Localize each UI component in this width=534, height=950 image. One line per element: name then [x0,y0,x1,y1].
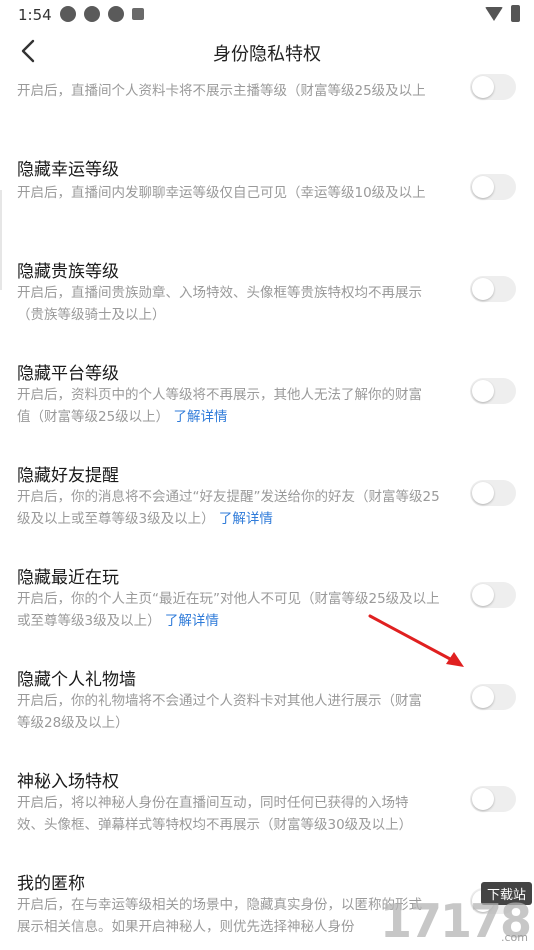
item-title: 隐藏贵族等级 [17,262,119,282]
desc-line: 开启后，你的个人主页“最近在玩”对他人不可见（财富等级25级及以上 [17,591,440,607]
nav-bar: 身份隐私特权 [0,30,534,74]
scroll-edge-line [0,190,2,290]
toggle-switch[interactable] [470,480,516,506]
item-title: 我的匿称 [17,874,85,894]
item-description: 开启后，直播间贵族勋章、入场特效、头像框等贵族特权均不再展示 （贵族等级骑士及以… [17,282,457,326]
toggle-switch[interactable] [470,378,516,404]
toggle-knob [472,788,494,810]
app-icon [60,6,76,22]
item-description: 开启后，直播间内发聊聊幸运等级仅自己可见（幸运等级10级及以上 [17,182,457,204]
learn-more-link[interactable]: 了解详情 [173,409,227,425]
item-description: 开启后，将以神秘人身份在直播间互动，同时任何已获得的入场特 效、头像框、弹幕样式… [17,792,457,836]
toggle-knob [472,76,494,98]
toggle-switch[interactable] [470,684,516,710]
item-title: 隐藏好友提醒 [17,466,119,486]
battery-icon [511,5,520,22]
desc-line: 开启后，将以神秘人身份在直播间互动，同时任何已获得的入场特 [17,795,409,811]
watermark-site: .com [501,931,528,944]
status-bar: 1:54 [0,0,534,30]
status-right [485,5,520,22]
toggle-knob [472,584,494,606]
item-title: 隐藏平台等级 [17,364,119,384]
learn-more-link[interactable]: 了解详情 [219,511,273,527]
desc-line: 值（财富等级25级以上） [17,409,170,425]
wifi-icon [485,6,503,21]
toggle-switch[interactable] [470,74,516,100]
toggle-switch[interactable] [470,582,516,608]
status-time: 1:54 [18,6,52,24]
toggle-switch[interactable] [470,174,516,200]
a-icon [132,8,144,20]
item-title: 隐藏最近在玩 [17,568,119,588]
desc-line: 级及以上或至尊等级3级及以上） [17,511,215,527]
item-description: 开启后，直播间个人资料卡将不展示主播等级（财富等级25级及以上 [17,80,457,102]
privacy-settings-list[interactable]: 开启后，直播间个人资料卡将不展示主播等级（财富等级25级及以上 隐藏幸运等级 开… [0,74,534,950]
item-description: 开启后，资料页中的个人等级将不再展示，其他人无法了解你的财富 值（财富等级25级… [17,384,457,428]
watermark: 下载站 17178 .com [374,880,534,950]
desc-line: 开启后，你的礼物墙将不会通过个人资料卡对其他人进行展示（财富 [17,693,422,709]
desc-line: 开启后，直播间内发聊聊幸运等级仅自己可见（幸运等级10级及以上 [17,185,426,201]
page-title: 身份隐私特权 [213,44,321,65]
item-title: 隐藏幸运等级 [17,160,119,180]
toggle-knob [472,380,494,402]
toggle-switch[interactable] [470,276,516,302]
desc-line: （贵族等级骑士及以上） [17,307,166,323]
annotation-arrow-icon [368,614,464,667]
toggle-knob [472,278,494,300]
item-title: 神秘入场特权 [17,772,119,792]
app-icon [84,6,100,22]
desc-line: 开启后，你的消息将不会通过“好友提醒”发送给你的好友（财富等级25 [17,489,440,505]
toggle-switch[interactable] [470,786,516,812]
desc-line: 等级28级及以上） [17,715,129,731]
toggle-knob [472,686,494,708]
toggle-knob [472,176,494,198]
item-description: 开启后，你的礼物墙将不会通过个人资料卡对其他人进行展示（财富 等级28级及以上） [17,690,457,734]
notification-icons [60,6,144,22]
desc-line: 或至尊等级3级及以上） [17,613,161,629]
learn-more-link[interactable]: 了解详情 [165,613,219,629]
desc-line: 开启后，资料页中的个人等级将不再展示，其他人无法了解你的财富 [17,387,422,403]
desc-line: 开启后，直播间个人资料卡将不展示主播等级（财富等级25级及以上 [17,83,426,99]
toggle-knob [472,482,494,504]
desc-line: 开启后，直播间贵族勋章、入场特效、头像框等贵族特权均不再展示 [17,285,422,301]
item-description: 开启后，你的消息将不会通过“好友提醒”发送给你的好友（财富等级25 级及以上或至… [17,486,457,530]
app-icon [108,6,124,22]
desc-line: 效、头像框、弹幕样式等特权均不再展示（财富等级30级及以上） [17,817,413,833]
item-title: 隐藏个人礼物墙 [17,670,136,690]
